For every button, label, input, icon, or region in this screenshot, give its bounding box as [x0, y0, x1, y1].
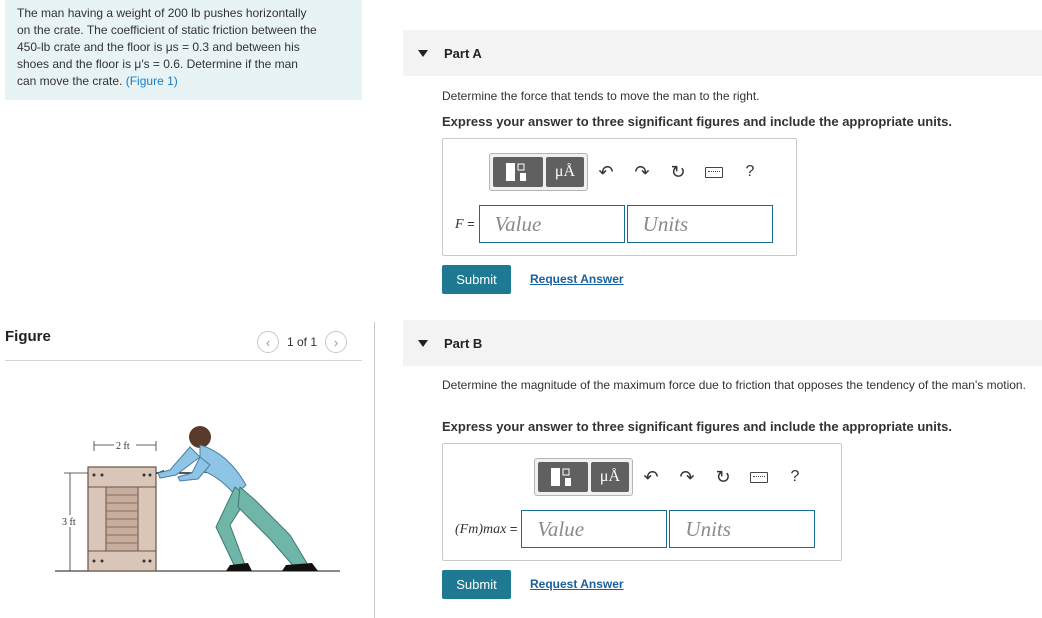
- next-figure-button[interactable]: ›: [325, 331, 348, 353]
- template-group: μÅ: [534, 458, 633, 496]
- part-a-submit-button[interactable]: Submit: [442, 265, 511, 294]
- part-a-var-symbol: F: [455, 216, 464, 232]
- undo-icon[interactable]: ↶: [633, 462, 669, 492]
- problem-line: 450-lb crate and the floor is μs = 0.3 a…: [17, 40, 300, 54]
- part-a-header[interactable]: Part A: [403, 30, 1042, 76]
- part-b-var-symbol: (Fm)max: [455, 521, 507, 537]
- figure-link[interactable]: (Figure 1): [126, 74, 178, 88]
- units-button[interactable]: μÅ: [591, 462, 629, 492]
- left-panel: The man having a weight of 200 lb pushes…: [0, 0, 375, 618]
- part-a-field-row: F = Value Units: [455, 205, 773, 243]
- part-b-instruction: Express your answer to three significant…: [442, 419, 952, 434]
- problem-statement: The man having a weight of 200 lb pushes…: [5, 0, 362, 100]
- help-icon[interactable]: ?: [732, 157, 768, 187]
- figure-divider: [5, 360, 362, 361]
- part-a-request-answer-link[interactable]: Request Answer: [530, 272, 624, 286]
- part-a-title: Part A: [444, 45, 482, 61]
- part-b-question: Determine the magnitude of the maximum f…: [442, 378, 1026, 392]
- part-a-units-input[interactable]: Units: [626, 205, 773, 243]
- help-icon[interactable]: ?: [777, 462, 813, 492]
- crate-man-illustration: 2 ft 3 ft P: [55, 426, 340, 572]
- pager-count: 1 of 1: [287, 335, 318, 349]
- prev-figure-button[interactable]: ‹: [257, 331, 279, 353]
- templates-button[interactable]: [493, 157, 543, 187]
- part-a-answer-box: μÅ ↶ ↷ ↻ ? F = Value Units: [442, 138, 797, 256]
- reset-icon[interactable]: ↻: [660, 157, 696, 187]
- redo-icon[interactable]: ↷: [624, 157, 660, 187]
- part-a-instruction: Express your answer to three significant…: [442, 114, 952, 129]
- undo-icon[interactable]: ↶: [588, 157, 624, 187]
- keyboard-icon[interactable]: [741, 462, 777, 492]
- problem-line: The man having a weight of 200 lb pushes…: [17, 6, 307, 20]
- redo-icon[interactable]: ↷: [669, 462, 705, 492]
- part-b-variable: (Fm)max =: [455, 521, 517, 538]
- equals-sign: =: [467, 215, 475, 231]
- part-a-question: Determine the force that tends to move t…: [442, 89, 760, 103]
- keyboard-icon[interactable]: [696, 157, 732, 187]
- chevron-left-icon: ‹: [265, 334, 271, 350]
- equals-sign: =: [509, 520, 518, 536]
- templates-button[interactable]: [538, 462, 588, 492]
- part-b-value-input[interactable]: Value: [521, 510, 668, 548]
- reset-icon[interactable]: ↻: [705, 462, 741, 492]
- part-b-request-answer-link[interactable]: Request Answer: [530, 577, 624, 591]
- part-b-units-input[interactable]: Units: [669, 510, 816, 548]
- problem-line: on the crate. The coefficient of static …: [17, 23, 317, 37]
- problem-line: shoes and the floor is μ′s = 0.6. Determ…: [17, 57, 298, 71]
- chevron-right-icon: ›: [333, 334, 339, 350]
- part-b-header[interactable]: Part B: [403, 320, 1042, 366]
- template-group: μÅ: [489, 153, 588, 191]
- column-divider: [374, 322, 375, 618]
- collapse-triangle-icon[interactable]: [418, 339, 428, 347]
- units-button[interactable]: μÅ: [546, 157, 584, 187]
- part-a-value-input[interactable]: Value: [478, 205, 625, 243]
- height-dimension: 3 ft: [62, 517, 76, 528]
- collapse-triangle-icon[interactable]: [418, 49, 428, 57]
- fraction-template-icon: [506, 163, 526, 181]
- right-panel: Part A Determine the force that tends to…: [378, 0, 1042, 618]
- part-a-variable: F =: [455, 216, 475, 233]
- figure-title: Figure: [5, 328, 51, 345]
- figure-pager: ‹ 1 of 1 ›: [257, 331, 348, 353]
- problem-line: can move the crate. (Figure 1): [17, 73, 350, 90]
- part-b-title: Part B: [444, 335, 483, 351]
- math-toolbar: μÅ ↶ ↷ ↻ ?: [534, 458, 813, 496]
- math-toolbar: μÅ ↶ ↷ ↻ ?: [489, 153, 768, 191]
- problem-line-text: can move the crate.: [17, 74, 123, 88]
- part-b-submit-button[interactable]: Submit: [442, 570, 511, 599]
- width-dimension: 2 ft: [116, 441, 130, 452]
- fraction-template-icon: [551, 468, 571, 486]
- part-b-answer-box: μÅ ↶ ↷ ↻ ? (Fm)max = Value Units: [442, 443, 842, 561]
- figure-image: 2 ft 3 ft P: [50, 415, 350, 585]
- part-b-field-row: (Fm)max = Value Units: [455, 510, 816, 548]
